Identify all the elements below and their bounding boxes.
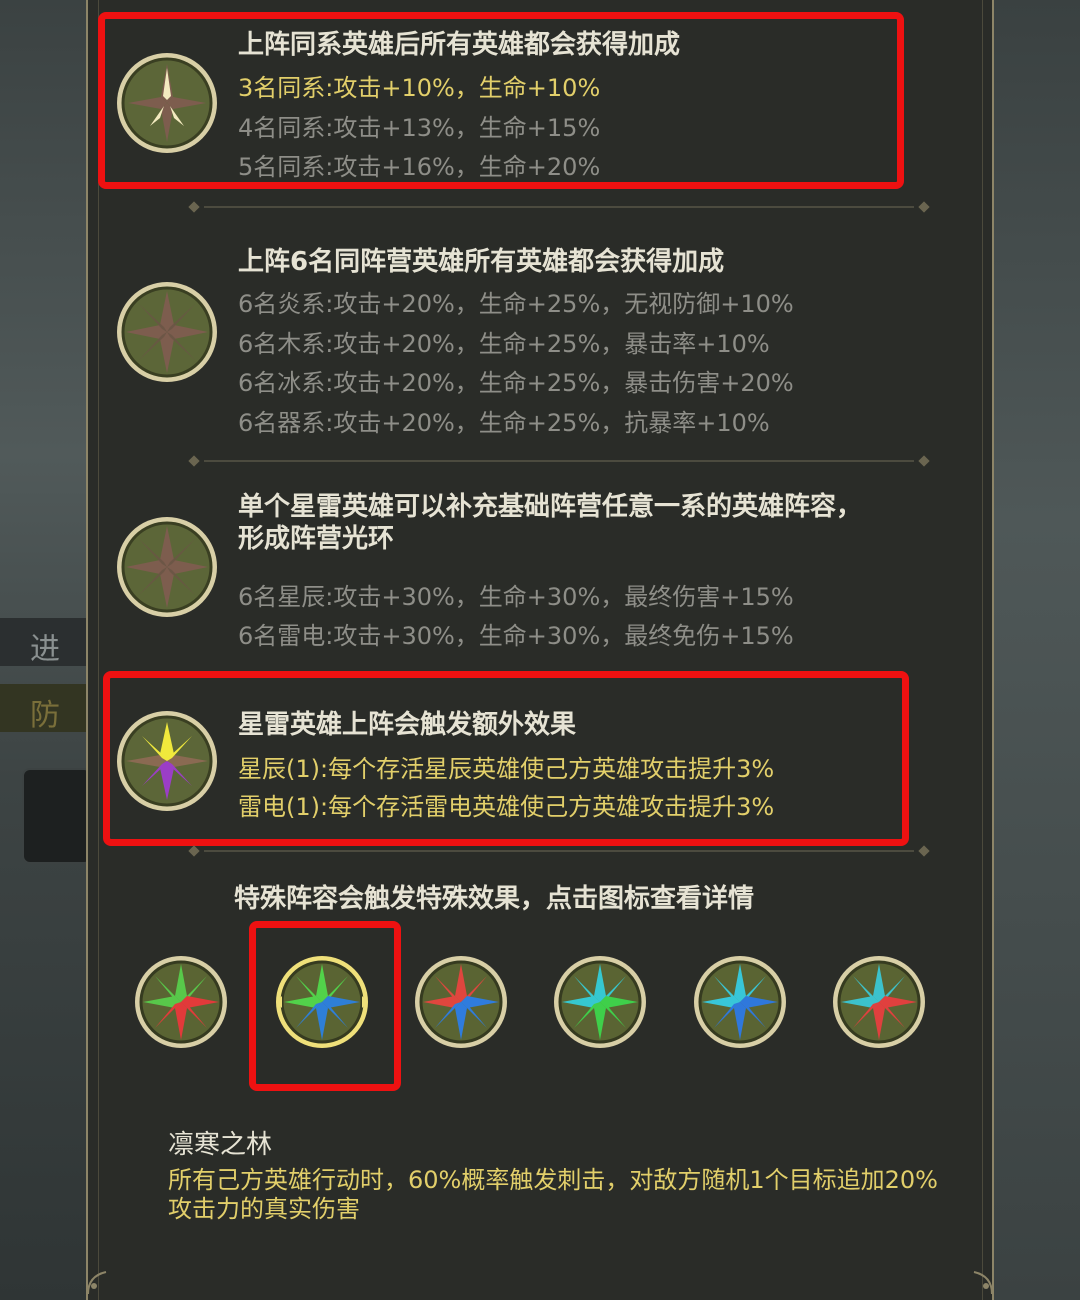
bonus-line: 6名雷电:攻击+30%，生命+30%，最终免伤+15% (238, 622, 794, 650)
section-title: 形成阵营光环 (238, 524, 395, 554)
divider (188, 201, 930, 213)
panel-inner-border (98, 0, 99, 1300)
background-right (990, 0, 1080, 1300)
bonus-line: 3名同系:攻击+10%，生命+10% (238, 74, 601, 102)
bonus-line: 星辰(1):每个存活星辰英雄使己方英雄攻击提升3% (238, 755, 775, 783)
bonus-line: 5名同系:攻击+16%，生命+20% (238, 153, 601, 181)
star-thunder-effect-icon (117, 711, 217, 811)
star-thunder-faction-icon (117, 517, 217, 617)
bonus-line: 6名木系:攻击+20%，生命+25%，暴击率+10% (238, 330, 770, 358)
background-left: 进 防 (0, 0, 92, 1300)
panel-inner-border (982, 0, 983, 1300)
divider (188, 845, 930, 857)
green-blue-compass-icon[interactable] (272, 952, 372, 1052)
cyan-blue-compass-icon[interactable] (690, 952, 790, 1052)
bonus-line: 6名冰系:攻击+20%，生命+25%，暴击伤害+20% (238, 369, 794, 397)
divider (188, 455, 930, 467)
section-title: 上阵同系英雄后所有英雄都会获得加成 (238, 30, 681, 60)
bonus-line: 6名炎系:攻击+20%，生命+25%，无视防御+10% (238, 290, 794, 318)
side-label: 防 (30, 698, 60, 733)
corner-ornament-icon (87, 1271, 107, 1295)
cyan-red-compass-icon[interactable] (829, 952, 929, 1052)
lineup-detail-name: 凛寒之林 (168, 1130, 273, 1160)
bonus-line: 6名器系:攻击+20%，生命+25%，抗暴率+10% (238, 409, 770, 437)
same-type-bonus-icon (117, 53, 217, 153)
side-label: 进 (30, 632, 60, 667)
red-blue-compass-icon[interactable] (411, 952, 511, 1052)
bonus-line: 6名星辰:攻击+30%，生命+30%，最终伤害+15% (238, 583, 794, 611)
corner-ornament-icon (973, 1271, 993, 1295)
section-title: 上阵6名同阵营英雄所有英雄都会获得加成 (238, 247, 725, 277)
bonus-line: 雷电(1):每个存活雷电英雄使己方英雄攻击提升3% (238, 793, 775, 821)
green-red-compass-icon[interactable] (131, 952, 231, 1052)
section-title: 星雷英雄上阵会触发额外效果 (238, 710, 577, 740)
side-tile (22, 768, 92, 864)
lineup-detail-text: 所有己方英雄行动时，60%概率触发刺击，对敌方随机1个目标追加20%攻击力的真实… (168, 1166, 938, 1223)
bonus-line: 4名同系:攻击+13%，生命+15% (238, 114, 601, 142)
faction-bonus-icon (117, 282, 217, 382)
cyan-green-compass-icon[interactable] (550, 952, 650, 1052)
special-lineup-title: 特殊阵容会触发特殊效果，点击图标查看详情 (234, 884, 755, 914)
